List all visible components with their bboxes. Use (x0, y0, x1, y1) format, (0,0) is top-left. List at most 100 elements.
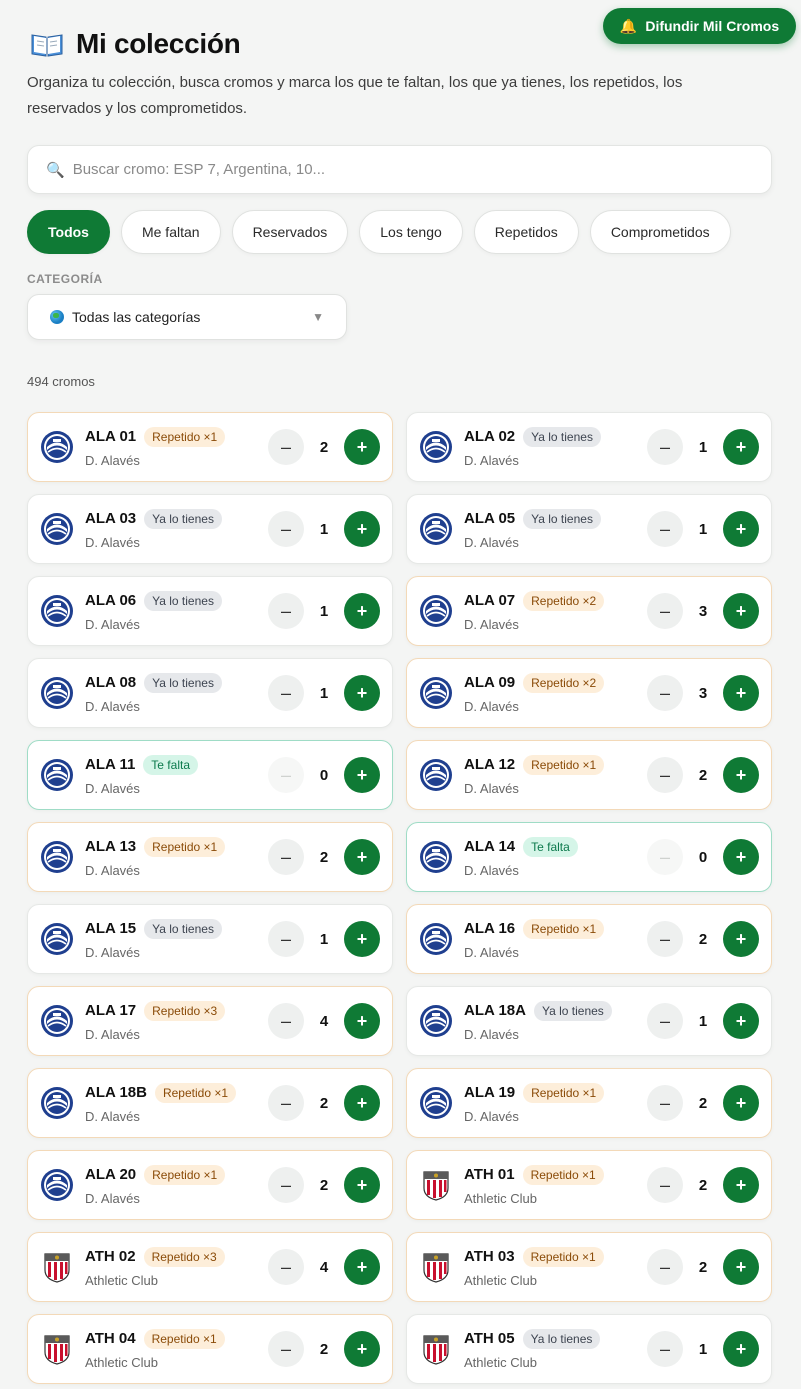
increment-button[interactable]: + (344, 675, 380, 711)
increment-button[interactable]: + (344, 511, 380, 547)
decrement-button[interactable]: – (647, 675, 683, 711)
increment-button[interactable]: + (723, 757, 759, 793)
decrement-button[interactable]: – (268, 429, 304, 465)
decrement-button[interactable]: – (268, 757, 304, 793)
sticker-card: ALA 14 Te falta D. Alavés – 0 + (406, 822, 772, 892)
decrement-button[interactable]: – (268, 1085, 304, 1121)
filter-tab-repetidos[interactable]: Repetidos (473, 210, 579, 254)
team-name: D. Alavés (85, 1190, 140, 1206)
increment-button[interactable]: + (344, 1331, 380, 1367)
alaves-crest-icon (41, 923, 73, 955)
increment-button[interactable]: + (723, 1003, 759, 1039)
decrement-button[interactable]: – (268, 511, 304, 547)
minus-icon: – (280, 1338, 291, 1359)
decrement-button[interactable]: – (647, 1249, 683, 1285)
decrement-button[interactable]: – (268, 1003, 304, 1039)
filter-tab-reservados[interactable]: Reservados (231, 210, 349, 254)
alaves-crest-icon (420, 759, 452, 791)
team-name: D. Alavés (464, 616, 519, 632)
quantity-value: 2 (698, 930, 708, 948)
increment-button[interactable]: + (723, 839, 759, 875)
athletic-crest-icon (44, 1335, 70, 1365)
increment-button[interactable]: + (344, 921, 380, 957)
status-badge: Ya lo tienes (523, 426, 601, 447)
sticker-info: ALA 18B Repetido ×1 D. Alavés (85, 1082, 268, 1124)
sticker-card: ALA 11 Te falta D. Alavés – 0 + (27, 740, 393, 810)
decrement-button[interactable]: – (268, 1331, 304, 1367)
increment-button[interactable]: + (723, 511, 759, 547)
category-select[interactable]: Todas las categorías ▼ (27, 294, 347, 340)
status-badge: Te falta (143, 754, 198, 775)
quantity-value: 1 (698, 520, 708, 538)
minus-icon: – (659, 846, 670, 867)
alaves-crest-icon (420, 513, 452, 545)
sticker-info: ATH 03 Repetido ×1 Athletic Club (464, 1246, 647, 1288)
increment-button[interactable]: + (723, 675, 759, 711)
increment-button[interactable]: + (344, 593, 380, 629)
sticker-card: ALA 05 Ya lo tienes D. Alavés – 1 + (406, 494, 772, 564)
quantity-stepper: – 2 + (268, 839, 380, 875)
filter-tab-comprometidos[interactable]: Comprometidos (589, 210, 731, 254)
decrement-button[interactable]: – (268, 1249, 304, 1285)
decrement-button[interactable]: – (268, 593, 304, 629)
sticker-card: ALA 07 Repetido ×2 D. Alavés – 3 + (406, 576, 772, 646)
decrement-button[interactable]: – (647, 757, 683, 793)
alaves-crest-icon (41, 759, 73, 791)
team-name: D. Alavés (85, 616, 140, 632)
increment-button[interactable]: + (723, 593, 759, 629)
decrement-button[interactable]: – (268, 675, 304, 711)
page-title: Mi colección (76, 28, 241, 59)
increment-button[interactable]: + (723, 1167, 759, 1203)
search-box[interactable]: 🔍 (27, 145, 772, 194)
minus-icon: – (280, 600, 291, 621)
decrement-button[interactable]: – (647, 839, 683, 875)
sticker-info: ALA 13 Repetido ×1 D. Alavés (85, 836, 268, 878)
share-button[interactable]: 🔔 Difundir Mil Cromos (603, 8, 796, 44)
sticker-code: ALA 14 (464, 838, 516, 855)
increment-button[interactable]: + (723, 1085, 759, 1121)
decrement-button[interactable]: – (647, 511, 683, 547)
decrement-button[interactable]: – (647, 1085, 683, 1121)
team-name: Athletic Club (85, 1272, 158, 1288)
team-name: D. Alavés (85, 944, 140, 960)
status-badge: Repetido ×1 (144, 1164, 226, 1185)
increment-button[interactable]: + (723, 1331, 759, 1367)
decrement-button[interactable]: – (647, 1167, 683, 1203)
increment-button[interactable]: + (344, 1003, 380, 1039)
alaves-crest-icon (420, 1005, 452, 1037)
decrement-button[interactable]: – (647, 1331, 683, 1367)
filter-tab-todos[interactable]: Todos (27, 210, 110, 254)
team-name: D. Alavés (85, 780, 140, 796)
increment-button[interactable]: + (344, 839, 380, 875)
team-name: D. Alavés (464, 862, 519, 878)
plus-icon: + (735, 1092, 747, 1113)
quantity-stepper: – 1 + (647, 1331, 759, 1367)
minus-icon: – (659, 518, 670, 539)
increment-button[interactable]: + (723, 1249, 759, 1285)
increment-button[interactable]: + (344, 1085, 380, 1121)
sticker-card: ATH 01 Repetido ×1 Athletic Club – 2 + (406, 1150, 772, 1220)
decrement-button[interactable]: – (268, 1167, 304, 1203)
decrement-button[interactable]: – (647, 1003, 683, 1039)
increment-button[interactable]: + (723, 429, 759, 465)
sticker-info: ALA 03 Ya lo tienes D. Alavés (85, 508, 268, 550)
increment-button[interactable]: + (344, 757, 380, 793)
decrement-button[interactable]: – (647, 921, 683, 957)
decrement-button[interactable]: – (647, 429, 683, 465)
sticker-code: ALA 09 (464, 674, 516, 691)
filter-tab-me-faltan[interactable]: Me faltan (120, 210, 221, 254)
increment-button[interactable]: + (344, 1167, 380, 1203)
filter-tab-los-tengo[interactable]: Los tengo (359, 210, 463, 254)
decrement-button[interactable]: – (268, 921, 304, 957)
sticker-code: ALA 18A (464, 1002, 526, 1019)
decrement-button[interactable]: – (268, 839, 304, 875)
sticker-code: ALA 05 (464, 510, 516, 527)
increment-button[interactable]: + (344, 429, 380, 465)
decrement-button[interactable]: – (647, 593, 683, 629)
alaves-crest-icon (41, 677, 73, 709)
search-input[interactable] (72, 161, 723, 178)
increment-button[interactable]: + (344, 1249, 380, 1285)
sticker-code: ALA 20 (85, 1166, 137, 1183)
increment-button[interactable]: + (723, 921, 759, 957)
sticker-code: ALA 16 (464, 920, 516, 937)
